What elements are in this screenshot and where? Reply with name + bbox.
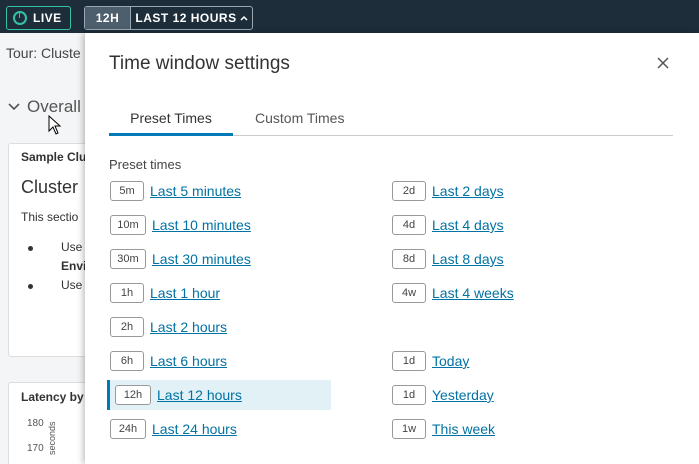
preset-abbr-badge: 1w — [392, 419, 426, 439]
preset-abbr-badge: 4d — [392, 215, 426, 235]
preset-option-link[interactable]: Last 2 days — [432, 183, 504, 199]
preset-option[interactable]: 24h Last 24 hours — [110, 414, 237, 444]
time-window-button[interactable]: 12H LAST 12 HOURS — [84, 6, 253, 30]
preset-option[interactable]: 1w This week — [392, 414, 495, 444]
preset-option[interactable]: 12h Last 12 hours — [107, 380, 331, 410]
preset-option-link[interactable]: Yesterday — [432, 387, 494, 403]
card-heading: Cluster — [21, 177, 79, 197]
bullet-dot — [28, 284, 33, 289]
bullet-text: Use — [61, 240, 83, 254]
preset-option-link[interactable]: Last 2 hours — [150, 319, 227, 335]
preset-option-link[interactable]: This week — [432, 421, 495, 437]
preset-option-link[interactable]: Last 5 minutes — [150, 183, 241, 199]
overall-section-toggle[interactable]: Overall — [8, 97, 81, 117]
preset-abbr-badge: 30m — [110, 249, 146, 269]
preset-option[interactable]: 6h Last 6 hours — [110, 346, 227, 376]
y-tick-label: 170 — [27, 443, 44, 454]
preset-abbr-badge: 6h — [110, 351, 144, 371]
bullet-bold-text: Envi — [61, 259, 87, 273]
preset-option-link[interactable]: Last 24 hours — [152, 421, 237, 437]
time-window-label: LAST 12 HOURS — [135, 11, 237, 25]
y-tick-label: 180 — [27, 418, 44, 429]
preset-option[interactable]: 4w Last 4 weeks — [392, 278, 514, 308]
dialog-title: Time window settings — [109, 53, 290, 74]
preset-abbr-badge: 24h — [110, 419, 146, 439]
preset-abbr-badge: 5m — [110, 181, 144, 201]
preset-option[interactable]: 2h Last 2 hours — [110, 312, 227, 342]
y-axis-unit: seconds — [47, 421, 57, 455]
preset-option[interactable]: 5m Last 5 minutes — [110, 176, 241, 206]
preset-option-link[interactable]: Last 8 days — [432, 251, 504, 267]
overall-label: Overall — [27, 97, 81, 116]
preset-option-link[interactable]: Last 6 hours — [150, 353, 227, 369]
preset-abbr-badge: 1d — [392, 385, 426, 405]
live-label: LIVE — [33, 11, 62, 25]
bullet-dot — [28, 246, 33, 251]
preset-option-link[interactable]: Last 10 minutes — [152, 217, 251, 233]
card-title: Latency by — [21, 390, 84, 404]
preset-option-link[interactable]: Last 30 minutes — [152, 251, 251, 267]
card-text: This sectio — [21, 210, 79, 224]
preset-abbr-badge: 4w — [392, 283, 426, 303]
bullet-text: Use — [61, 278, 83, 292]
preset-abbr-badge: 10m — [110, 215, 146, 235]
tab-custom-times[interactable]: Custom Times — [255, 110, 344, 136]
preset-abbr-badge: 8d — [392, 249, 426, 269]
preset-option-link[interactable]: Last 12 hours — [157, 387, 242, 403]
preset-option[interactable]: 30m Last 30 minutes — [110, 244, 251, 274]
live-button[interactable]: LIVE — [6, 6, 71, 30]
preset-abbr-badge: 12h — [115, 385, 151, 405]
preset-abbr-badge: 2h — [110, 317, 144, 337]
preset-option[interactable]: 1d Yesterday — [392, 380, 494, 410]
time-window-abbr: 12H — [85, 7, 131, 29]
preset-option-link[interactable]: Today — [432, 353, 469, 369]
preset-option[interactable]: 1d Today — [392, 346, 469, 376]
preset-option[interactable]: 2d Last 2 days — [392, 176, 504, 206]
preset-option[interactable]: 8d Last 8 days — [392, 244, 504, 274]
tour-breadcrumb[interactable]: Tour: Cluste — [6, 45, 81, 61]
preset-option[interactable]: 4d Last 4 days — [392, 210, 504, 240]
close-icon[interactable] — [656, 56, 670, 70]
mouse-pointer-icon — [48, 115, 62, 135]
time-window-settings-dialog: Time window settings Preset Times Custom… — [85, 33, 699, 464]
preset-option-link[interactable]: Last 4 weeks — [432, 285, 514, 301]
preset-times-label: Preset times — [109, 157, 182, 172]
preset-option-link[interactable]: Last 1 hour — [150, 285, 220, 301]
live-icon — [13, 11, 27, 25]
preset-option[interactable]: 1h Last 1 hour — [110, 278, 220, 308]
preset-option-link[interactable]: Last 4 days — [432, 217, 504, 233]
chevron-down-icon — [8, 103, 20, 111]
tab-bar: Preset Times Custom Times — [109, 110, 673, 136]
top-bar: LIVE 12H LAST 12 HOURS — [0, 0, 699, 33]
preset-abbr-badge: 1d — [392, 351, 426, 371]
preset-abbr-badge: 2d — [392, 181, 426, 201]
chevron-up-icon — [240, 15, 248, 21]
preset-abbr-badge: 1h — [110, 283, 144, 303]
card-title: Sample Clu — [21, 150, 87, 164]
tab-preset-times[interactable]: Preset Times — [109, 110, 233, 136]
preset-option[interactable]: 10m Last 10 minutes — [110, 210, 251, 240]
